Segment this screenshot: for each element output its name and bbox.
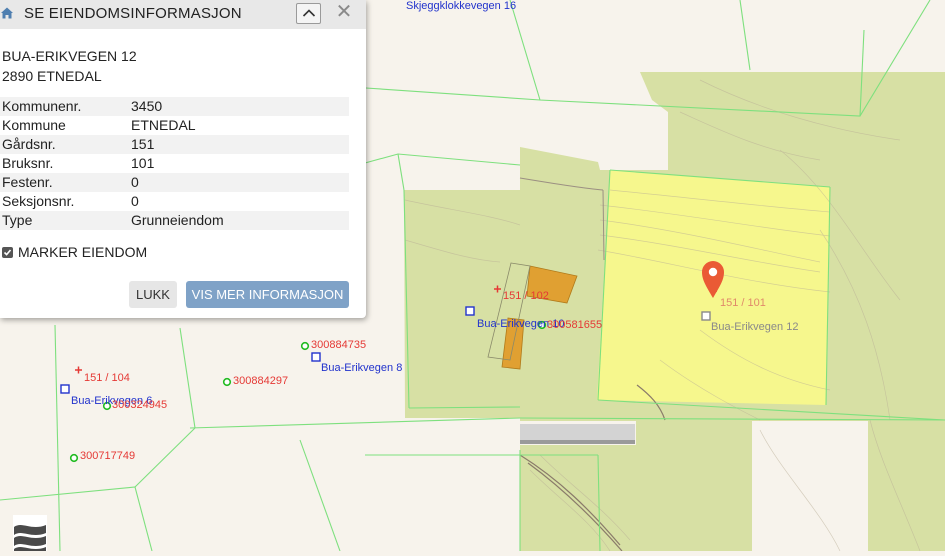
field-label: Seksjonsnr. — [2, 193, 75, 209]
marker-checkbox[interactable] — [2, 246, 13, 258]
field-value: 0 — [131, 193, 139, 209]
field-value: 3450 — [131, 98, 163, 114]
address-marker-selected[interactable] — [701, 311, 711, 321]
point-label-300717749: 300717749 — [80, 450, 135, 462]
survey-point[interactable] — [222, 377, 232, 387]
table-row: Kommune ETNEDAL — [0, 116, 349, 135]
field-label: Bruksnr. — [2, 155, 54, 171]
field-value: 0 — [131, 174, 139, 190]
field-value: Grunneiendom — [131, 212, 224, 228]
field-label: Festenr. — [2, 174, 53, 190]
panel-header: SE EIENDOMSINFORMASJON ✕ — [0, 0, 366, 29]
collapse-button[interactable] — [296, 3, 321, 24]
property-info-table: Kommunenr. 3450 Kommune ETNEDAL Gårdsnr. 15… — [0, 97, 349, 230]
parcel-label-151-104: 151 / 104 — [84, 372, 130, 384]
parcel-label-151-102: 151 / 102 — [503, 290, 549, 302]
marker-label: MARKER EIENDOM — [18, 244, 148, 260]
field-label: Gårdsnr. — [2, 136, 56, 152]
point-label-300324945: 300324945 — [112, 399, 167, 411]
point-label-300884297: 300884297 — [233, 375, 288, 387]
layers-button[interactable] — [13, 515, 47, 551]
survey-point[interactable] — [69, 453, 79, 463]
address-marker[interactable] — [311, 352, 321, 362]
checkmark-icon — [3, 248, 12, 256]
survey-point[interactable] — [300, 341, 310, 351]
field-label: Kommune — [2, 117, 66, 133]
table-row: Festenr. 0 — [0, 173, 349, 192]
field-label: Type — [2, 212, 33, 228]
table-row: Seksjonsnr. 0 — [0, 192, 349, 211]
forest-area-south — [520, 445, 636, 551]
field-value: ETNEDAL — [131, 117, 196, 133]
table-row: Kommunenr. 3450 — [0, 97, 349, 116]
close-button[interactable]: LUKK — [129, 281, 177, 308]
chevron-up-icon — [302, 9, 316, 17]
road-label-top: Skjeggklokkevegen 16 — [406, 0, 516, 12]
address-marker[interactable] — [465, 306, 475, 316]
field-value: 101 — [131, 155, 155, 171]
marker-property-toggle[interactable]: MARKER EIENDOM — [2, 244, 147, 260]
address-line-1: BUA-ERIKVEGEN 12 — [2, 48, 137, 64]
road-label-bua12: Bua-Erikvegen 12 — [711, 321, 798, 333]
address-line-2: 2890 ETNEDAL — [2, 68, 102, 84]
table-row: Type Grunneiendom — [0, 211, 349, 230]
field-label: Kommunenr. — [2, 98, 82, 114]
table-row: Gårdsnr. 151 — [0, 135, 349, 154]
property-address: BUA-ERIKVEGEN 12 2890 ETNEDAL — [2, 46, 137, 86]
home-icon[interactable] — [0, 6, 14, 20]
panel-title: SE EIENDOMSINFORMASJON — [24, 5, 242, 22]
point-label-300884735: 300884735 — [311, 339, 366, 351]
table-row: Bruksnr. 101 — [0, 154, 349, 173]
close-icon[interactable]: ✕ — [335, 1, 353, 23]
property-info-panel: SE EIENDOMSINFORMASJON ✕ BUA-ERIKVEGEN 1… — [0, 0, 366, 318]
parcel-label-151-101: 151 / 101 — [720, 297, 766, 309]
point-label-300581655: 300581655 — [547, 319, 602, 331]
more-info-button[interactable]: VIS MER INFORMASJON — [186, 281, 349, 308]
field-value: 151 — [131, 136, 155, 152]
layers-icon — [13, 515, 47, 551]
address-marker[interactable] — [60, 384, 70, 394]
road-label-bua8: Bua-Erikvegen 8 — [321, 362, 402, 374]
